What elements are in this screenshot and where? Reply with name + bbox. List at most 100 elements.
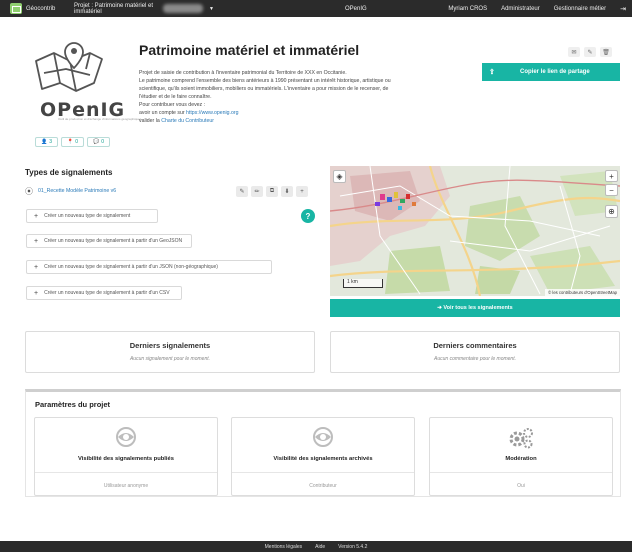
openig-link[interactable]: https://www.openig.org [186, 110, 238, 116]
version-label: Version 5.4.2 [338, 543, 368, 550]
page-title: Patrimoine matériel et immatériel [139, 42, 360, 58]
comments-count: 0 [101, 139, 104, 145]
layers-icon[interactable]: ◈ [333, 170, 346, 183]
create-type-button[interactable]: + Créer un nouveau type de signalement [26, 209, 158, 223]
eye-icon [35, 427, 217, 447]
import-icon[interactable]: ⬇ [281, 186, 293, 197]
create-type-label: Créer un nouveau type de signalement [44, 213, 131, 219]
zoom-out-button[interactable]: − [605, 184, 618, 196]
project-actions: ✉ ✎ 🗑 [568, 47, 612, 57]
members-badge: 👤 3 [35, 137, 58, 147]
last-reports-panel: Derniers signalements Aucun signalement … [25, 331, 315, 373]
create-type-from-geojson-button[interactable]: + Créer un nouveau type de signalement à… [26, 234, 192, 248]
see-all-reports-button[interactable]: ➔ Voir tous les signalements [330, 299, 620, 317]
comments-badge: 💬 0 [87, 137, 110, 147]
copy-share-link-button[interactable]: ⇪ Copier le lien de partage [482, 63, 620, 81]
legal-link[interactable]: Mentions légales [265, 544, 303, 550]
create-type-json-label: Créer un nouveau type de signalement à p… [44, 264, 218, 270]
reports-count: 0 [75, 139, 78, 145]
last-comments-empty: Aucun commentaire pour le moment. [434, 356, 516, 362]
project-description: Projet de saisie de contribution à l'inv… [139, 69, 469, 125]
feature-type-actions: ✎ ✏ ⧉ ⬇ + [236, 186, 308, 197]
caret-down-icon: ▼ [209, 5, 214, 12]
app-logo-icon [10, 3, 22, 14]
user-menu[interactable]: Myriam CROS [448, 6, 487, 12]
edit-icon[interactable]: ✎ [584, 47, 596, 57]
param-card-published-visibility: Visibilité des signalements publiés Util… [34, 417, 218, 496]
sign-out-icon[interactable]: ⇥ [620, 5, 626, 13]
message-icon[interactable]: ✉ [568, 47, 580, 57]
role-admin-badge: Administrateur [501, 5, 540, 12]
instance-label: OPenIG [345, 5, 367, 12]
help-link[interactable]: Aide [315, 544, 325, 550]
divider [430, 472, 612, 473]
create-type-from-json-button[interactable]: + Créer un nouveau type de signalement à… [26, 260, 272, 274]
last-reports-title: Derniers signalements [129, 341, 211, 350]
app-home-link[interactable]: Géocontrib [0, 3, 74, 14]
reports-badge: 📍 0 [61, 137, 84, 147]
comment-icon: 💬 [92, 139, 100, 145]
project-map[interactable]: ◈ + − ⊕ 1 km © les contributeurs d'OpenS… [330, 166, 620, 296]
map-marker-icon: 📍 [66, 139, 74, 145]
eye-icon [232, 427, 414, 447]
redacted-text [162, 4, 204, 13]
edit-style-icon[interactable]: ✎ [236, 186, 248, 197]
params-title: Paramètres du projet [35, 400, 111, 409]
feature-type-link[interactable]: 01_Recette Modèle Patrimoine v6 [38, 188, 116, 194]
gears-icon [430, 427, 612, 449]
plus-icon: + [34, 237, 39, 245]
param-title: Modération [505, 456, 537, 462]
divider [35, 472, 217, 473]
geolocate-icon[interactable]: ⊕ [605, 205, 618, 218]
help-icon[interactable]: ? [301, 209, 315, 223]
project-selector-label: Projet : Patrimoine matériel et immatéri… [74, 2, 154, 15]
user-icon: 👤 [40, 139, 48, 145]
param-title: Visibilité des signalements publiés [78, 456, 174, 462]
description-line: l'étudier et de le faire connaître. [139, 94, 212, 100]
map-pin-icon: ⦿ [25, 186, 33, 196]
param-title: Visibilité des signalements archivés [273, 456, 373, 462]
plus-icon: + [34, 212, 39, 220]
create-type-from-csv-button[interactable]: + Créer un nouveau type de signalement à… [26, 286, 182, 300]
charter-requirement: valider la Charte du Contributeur [139, 117, 469, 125]
divider [232, 472, 414, 473]
last-reports-empty: Aucun signalement pour le moment. [129, 356, 211, 362]
delete-icon[interactable]: 🗑 [600, 47, 612, 57]
zoom-in-button[interactable]: + [605, 170, 618, 182]
share-icon: ⇪ [489, 69, 495, 76]
add-feature-icon[interactable]: + [296, 186, 308, 197]
create-type-geojson-label: Créer un nouveau type de signalement à p… [44, 238, 183, 244]
charter-prefix: valider la [139, 118, 162, 124]
param-value: Oui [517, 483, 525, 489]
create-type-csv-label: Créer un nouveau type de signalement à p… [44, 290, 170, 296]
param-card-archived-visibility: Visibilité des signalements archivés Con… [231, 417, 415, 496]
account-prefix: avoir un compte sur [139, 110, 186, 116]
plus-icon: + [34, 289, 39, 297]
description-line: Le patrimoine comprend l'ensemble des bi… [139, 78, 391, 84]
param-card-moderation: Modération Oui [429, 417, 613, 496]
description-line: Pour contribuer vous devez : [139, 102, 206, 108]
map-tiles [330, 166, 620, 296]
duplicate-icon[interactable]: ⧉ [266, 186, 278, 197]
description-line: Projet de saisie de contribution à l'inv… [139, 70, 347, 76]
description-line: scientifique, qu'ils soient immobiliers,… [139, 86, 389, 92]
charter-link[interactable]: Charte du Contributeur [161, 118, 214, 124]
top-navbar: Géocontrib Projet : Patrimoine matériel … [0, 0, 632, 17]
plus-icon: + [34, 263, 39, 271]
types-section-title: Types de signalements [25, 168, 113, 177]
share-label: Copier le lien de partage [520, 69, 590, 75]
account-requirement: avoir un compte sur https://www.openig.o… [139, 109, 469, 117]
project-selector[interactable]: Projet : Patrimoine matériel et immatéri… [74, 3, 214, 15]
project-parameters: Paramètres du projet Visibilité des sign… [25, 389, 621, 497]
edit-icon[interactable]: ✏ [251, 186, 263, 197]
project-stats: 👤 3 📍 0 💬 0 [35, 137, 110, 147]
role-manager-badge: Gestionnaire métier [553, 5, 607, 12]
map-scale: 1 km [343, 279, 383, 288]
members-count: 3 [49, 139, 52, 145]
openig-map-logo [35, 42, 103, 92]
footer: Mentions légales Aide Version 5.4.2 [0, 541, 632, 552]
last-comments-title: Derniers commentaires [433, 341, 517, 350]
last-comments-panel: Derniers commentaires Aucun commentaire … [330, 331, 620, 373]
map-attribution[interactable]: © les contributeurs d'OpenStreetMap [545, 289, 620, 296]
openig-tagline: Outil de production et d'échange d'infor… [58, 117, 142, 121]
